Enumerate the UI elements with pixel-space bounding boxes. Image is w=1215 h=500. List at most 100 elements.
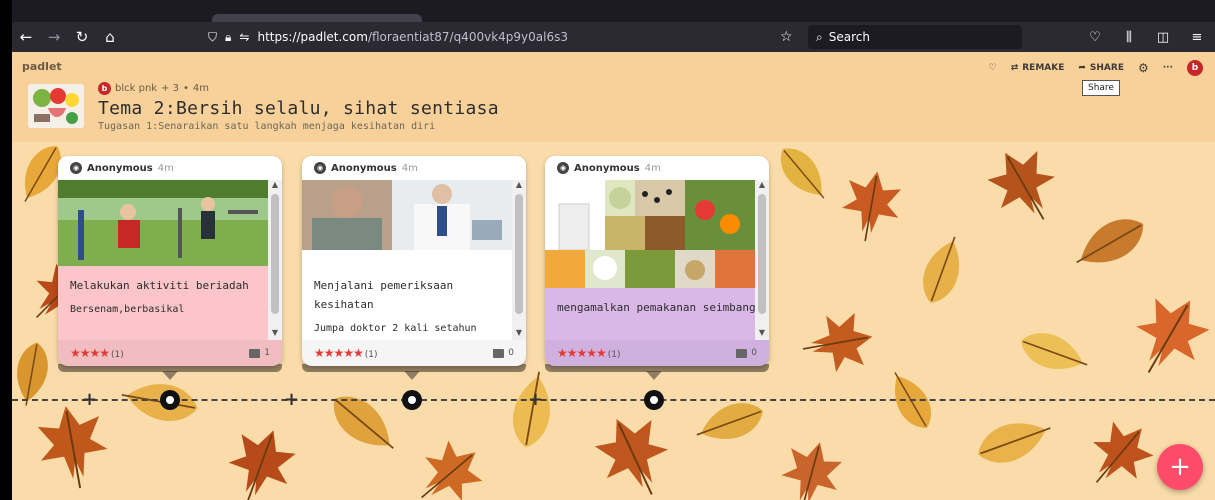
post-subject: mengamalkan pemakanan seimbang: [557, 301, 756, 314]
user-avatar[interactable]: b: [1187, 60, 1203, 76]
shield-icon: ⛉: [208, 29, 218, 44]
scroll-thumb[interactable]: [515, 194, 523, 314]
post-image[interactable]: [58, 180, 268, 266]
timeline-node[interactable]: [644, 390, 664, 410]
comment-count: 1: [264, 348, 270, 358]
forward-icon[interactable]: →: [40, 25, 68, 49]
post-header: ◉ Anonymous 4m: [58, 156, 282, 180]
post-content: mengamalkan pemakanan seimbang ▲ ▼: [545, 180, 769, 340]
add-post-plus-icon[interactable]: +: [284, 389, 299, 410]
post-pointer: [162, 371, 178, 380]
url-path: /floraentiat87/q400vk4p9y0al6s3: [367, 30, 568, 44]
rating-count: (1): [364, 350, 378, 360]
lock-icon: 🔒︎: [225, 29, 232, 44]
post-author: Anonymous: [331, 162, 397, 174]
library-icon[interactable]: ⫼: [1115, 25, 1143, 49]
post-time: 4m: [644, 162, 661, 174]
header-actions: ♡ ⇄ REMAKE ➦ SHARE ⚙ ··· b: [989, 60, 1203, 76]
post-time: 4m: [157, 162, 174, 174]
meta-separator: •: [183, 83, 189, 94]
post-scrollbar[interactable]: ▲ ▼: [268, 180, 282, 340]
star-rating[interactable]: ★★★★★ (1): [557, 346, 621, 360]
timeline-node[interactable]: [160, 390, 180, 410]
bookmark-star-icon[interactable]: ☆: [780, 25, 793, 49]
post-header: ◉ Anonymous 4m: [545, 156, 769, 180]
post-body: Jumpa doktor 2 kali setahun: [314, 323, 477, 334]
remake-icon: ⇄: [1010, 63, 1019, 73]
star-rating[interactable]: ★★★★ (1): [70, 346, 124, 360]
url-host: https://padlet.com: [257, 30, 368, 44]
post-subject: Menjalani pemeriksaan kesihatan: [314, 279, 454, 311]
scroll-down-icon[interactable]: ▼: [512, 328, 526, 340]
post-scrollbar[interactable]: ▲ ▼: [512, 180, 526, 340]
post-content: Menjalani pemeriksaan kesihatan Jumpa do…: [302, 180, 526, 340]
balanced-diet-food-image: [545, 180, 755, 288]
sidebar-icon[interactable]: ◫: [1149, 25, 1177, 49]
comments-button[interactable]: 1: [249, 348, 270, 358]
page-title: Tema 2:Bersih selalu, sihat sentiasa: [98, 98, 499, 119]
post-footer: ★★★★★ (1) 0: [545, 340, 769, 366]
post-pointer: [404, 371, 420, 380]
post-card[interactable]: ◉ Anonymous 4m: [302, 156, 526, 366]
comments-button[interactable]: 0: [736, 348, 757, 358]
share-button[interactable]: ➦ SHARE: [1078, 63, 1124, 73]
padlet-wallpaper-thumbnail: [28, 84, 84, 128]
padlet-board[interactable]: ◉ Anonymous 4m Melakukan aktiviti beriad…: [12, 142, 1215, 500]
anonymous-avatar-icon: ◉: [557, 162, 569, 174]
url-bar[interactable]: ⛉ 🔒︎ ⇋ https://padlet.com/floraentiat87/…: [208, 25, 808, 49]
post-body: Bersenam,berbasikal: [70, 304, 185, 315]
comments-button[interactable]: 0: [493, 348, 514, 358]
remake-label: REMAKE: [1022, 63, 1065, 73]
settings-gear-icon[interactable]: ⚙: [1138, 61, 1149, 75]
post-scrollbar[interactable]: ▲ ▼: [755, 180, 769, 340]
author-avatar[interactable]: b: [98, 82, 111, 95]
scroll-up-icon[interactable]: ▲: [755, 180, 769, 192]
heart-icon[interactable]: ♡: [989, 63, 997, 73]
stars-icon: ★★★★: [70, 346, 110, 360]
home-icon[interactable]: ⌂: [96, 25, 124, 49]
add-post-plus-icon[interactable]: +: [528, 389, 543, 410]
scroll-thumb[interactable]: [758, 194, 766, 314]
scroll-down-icon[interactable]: ▼: [268, 328, 282, 340]
post-time: 4m: [401, 162, 418, 174]
post-author: Anonymous: [574, 162, 640, 174]
reload-icon[interactable]: ↻: [68, 25, 96, 49]
tab-strip: [12, 0, 1215, 22]
search-input[interactable]: ⌕ Search: [808, 25, 1022, 49]
comment-icon: [249, 348, 261, 358]
post-author: Anonymous: [87, 162, 153, 174]
post-image[interactable]: [302, 180, 512, 266]
page-description: Tugasan 1:Senaraikan satu langkah menjag…: [98, 121, 436, 132]
remake-button[interactable]: ⇄ REMAKE: [1011, 63, 1065, 73]
add-post-button[interactable]: +: [1157, 444, 1203, 490]
permissions-icon: ⇋: [239, 30, 250, 44]
back-icon[interactable]: ←: [12, 25, 40, 49]
scroll-thumb[interactable]: [271, 194, 279, 314]
post-image[interactable]: [545, 180, 755, 288]
pocket-icon[interactable]: ♡: [1081, 25, 1109, 49]
active-tab[interactable]: [212, 14, 422, 22]
comment-count: 0: [751, 348, 757, 358]
scroll-down-icon[interactable]: ▼: [755, 328, 769, 340]
post-footer: ★★★★ (1) 1: [58, 340, 282, 366]
more-options-button[interactable]: ···: [1163, 63, 1173, 73]
scroll-up-icon[interactable]: ▲: [512, 180, 526, 192]
post-card[interactable]: ◉ Anonymous 4m: [545, 156, 769, 366]
post-pointer: [646, 371, 662, 380]
menu-icon[interactable]: ≡: [1183, 25, 1211, 49]
post-card[interactable]: ◉ Anonymous 4m: [58, 156, 282, 366]
padlet-header: padlet b blck pnk + 3 • 4m Tema 2:Bersih…: [12, 52, 1215, 142]
scroll-up-icon[interactable]: ▲: [268, 180, 282, 192]
timeline-node[interactable]: [402, 390, 422, 410]
post-subject: Melakukan aktiviti beriadah: [70, 279, 249, 292]
timeline-line: [12, 399, 1215, 401]
star-rating[interactable]: ★★★★★ (1): [314, 346, 378, 360]
outdoor-exercise-image: [58, 180, 268, 266]
post-content: Melakukan aktiviti beriadah Bersenam,ber…: [58, 180, 282, 340]
search-placeholder: Search: [828, 30, 870, 44]
author-name[interactable]: blck pnk: [115, 83, 157, 94]
post-footer: ★★★★★ (1) 0: [302, 340, 526, 366]
add-post-plus-icon[interactable]: +: [82, 389, 97, 410]
padlet-logo[interactable]: padlet: [22, 60, 62, 73]
contributors-count[interactable]: + 3: [161, 83, 179, 94]
